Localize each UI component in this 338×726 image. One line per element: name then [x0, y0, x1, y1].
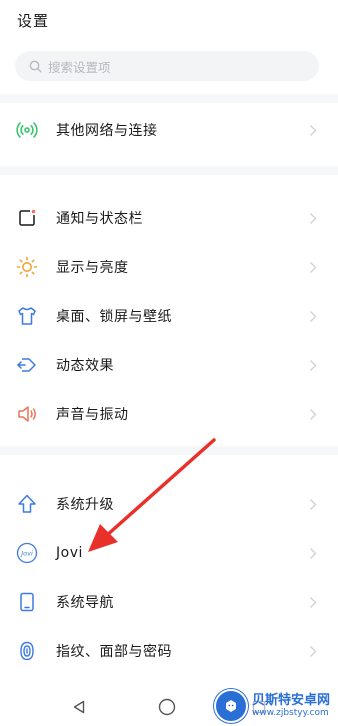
chevron-right-icon — [310, 547, 317, 559]
search-icon — [29, 60, 42, 73]
fingerprint-icon — [16, 640, 38, 662]
jovi-icon: Jovi — [16, 542, 38, 564]
chevron-right-icon — [310, 261, 317, 273]
watermark-logo-icon — [214, 689, 248, 723]
chevron-right-icon — [310, 645, 317, 657]
brightness-icon — [16, 256, 38, 278]
settings-item-fingerprint[interactable]: 指纹、面部与密码 — [0, 627, 338, 675]
settings-item-notifications[interactable]: 通知与状态栏 — [0, 194, 338, 242]
chevron-right-icon — [310, 359, 317, 371]
settings-item-label: 指纹、面部与密码 — [56, 644, 172, 660]
watermark-url: www.zjbstyy.com — [252, 708, 329, 718]
settings-item-label: 显示与亮度 — [56, 260, 129, 276]
chevron-right-icon — [310, 310, 317, 322]
chevron-right-icon — [310, 498, 317, 510]
settings-item-sound[interactable]: 声音与振动 — [0, 390, 338, 438]
settings-item-label: 声音与振动 — [56, 407, 129, 423]
back-icon[interactable] — [72, 700, 86, 714]
settings-item-label: 通知与状态栏 — [56, 211, 143, 227]
chevron-right-icon — [310, 124, 317, 136]
navigation-icon — [16, 591, 38, 613]
wallpaper-icon — [16, 305, 38, 327]
settings-item-desktop[interactable]: 桌面、锁屏与壁纸 — [0, 292, 338, 340]
sound-icon — [16, 403, 38, 425]
settings-item-label: 其他网络与连接 — [56, 123, 158, 139]
section-divider — [0, 166, 338, 175]
home-icon[interactable] — [158, 698, 176, 716]
settings-item-label: 桌面、锁屏与壁纸 — [56, 309, 172, 325]
settings-item-other-networks[interactable]: 其他网络与连接 — [0, 106, 338, 154]
settings-item-label: 动态效果 — [56, 358, 114, 374]
upgrade-icon — [16, 493, 38, 515]
chevron-right-icon — [310, 408, 317, 420]
section-divider — [0, 446, 338, 455]
settings-item-jovi[interactable]: Jovi Jovi — [0, 529, 338, 577]
svg-text:Jovi: Jovi — [19, 550, 33, 558]
search-bar[interactable]: 搜索设置项 — [15, 51, 319, 81]
settings-item-dynamic-effects[interactable]: 动态效果 — [0, 341, 338, 389]
section-divider — [0, 94, 338, 103]
network-icon — [16, 119, 38, 141]
settings-item-label: 系统导航 — [56, 595, 114, 611]
animation-icon — [16, 354, 38, 376]
settings-item-system-upgrade[interactable]: 系统升级 — [0, 480, 338, 528]
watermark: 贝斯特安卓网 www.zjbstyy.com — [210, 688, 338, 724]
chevron-right-icon — [310, 596, 317, 608]
notification-icon — [16, 207, 38, 229]
settings-item-display[interactable]: 显示与亮度 — [0, 243, 338, 291]
settings-item-label: Jovi — [56, 545, 83, 561]
chevron-right-icon — [310, 212, 317, 224]
search-placeholder: 搜索设置项 — [48, 59, 111, 75]
page-title: 设置 — [17, 12, 50, 30]
settings-item-label: 系统升级 — [56, 497, 114, 513]
settings-item-system-navigation[interactable]: 系统导航 — [0, 578, 338, 626]
watermark-name: 贝斯特安卓网 — [252, 693, 331, 708]
